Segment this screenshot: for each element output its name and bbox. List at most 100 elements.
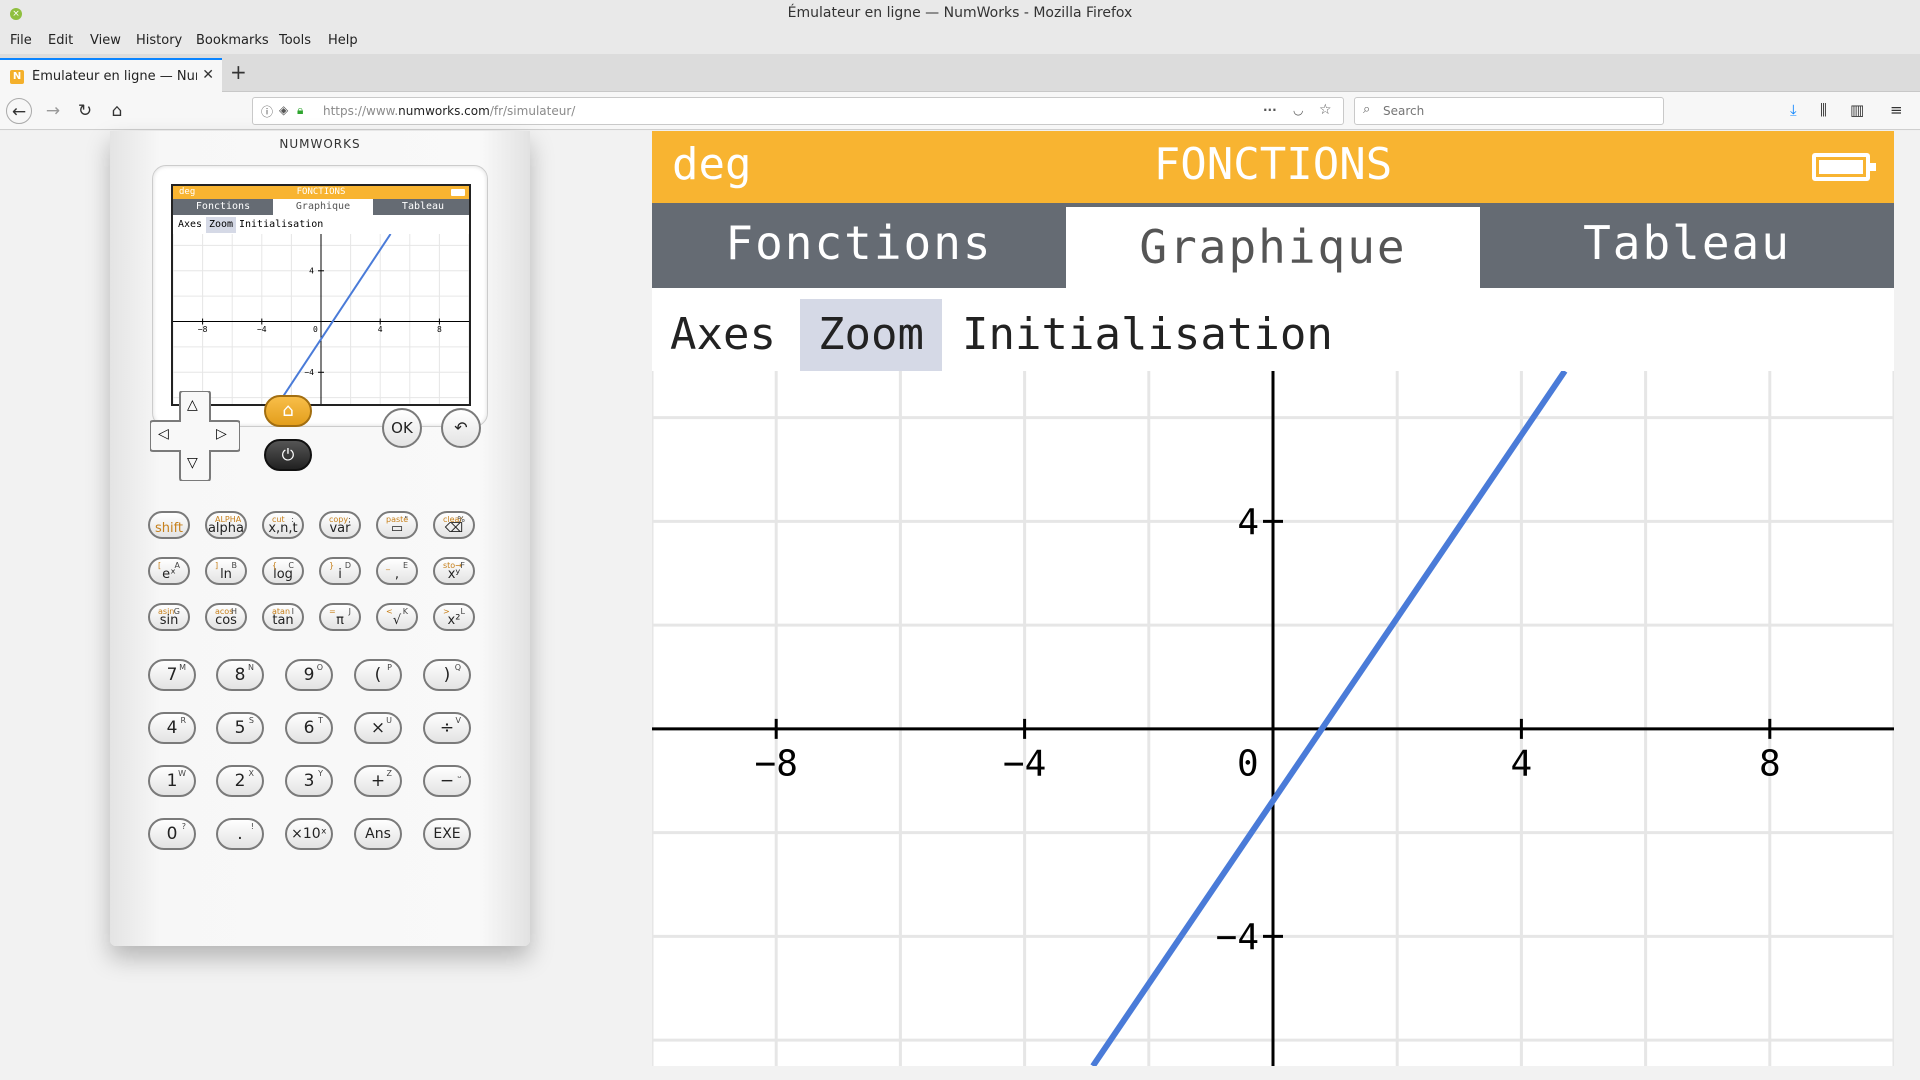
key-num-2-0[interactable]: W1 bbox=[148, 765, 196, 797]
info-icon[interactable]: ⓘ bbox=[261, 103, 273, 120]
back-key[interactable]: ↶ bbox=[441, 408, 481, 448]
pocket-icon[interactable]: ◡ bbox=[1293, 103, 1303, 117]
mini-screen-frame: deg FONCTIONS Fonctions Graphique Tablea… bbox=[152, 165, 488, 427]
key-alt-label: = bbox=[329, 607, 336, 616]
key-row1-3[interactable]: copy; var bbox=[319, 511, 361, 539]
key-num-2-4[interactable]: ⎵ − bbox=[423, 765, 471, 797]
subtab-initialisation[interactable]: Initialisation bbox=[944, 299, 1351, 371]
home-key[interactable]: ⌂ bbox=[264, 395, 312, 427]
page-actions-icon[interactable]: ··· bbox=[1263, 103, 1277, 117]
tab-fonctions[interactable]: Fonctions bbox=[652, 203, 1066, 288]
key-num-2-1[interactable]: X2 bbox=[216, 765, 264, 797]
ok-key[interactable]: OK bbox=[382, 408, 422, 448]
key-num-0-4[interactable]: Q) bbox=[423, 659, 471, 691]
numworks-favicon-icon: N bbox=[10, 70, 24, 84]
url-text[interactable]: https://www.numworks.com/fr/simulateur/ bbox=[323, 104, 575, 118]
key-num-2-3[interactable]: Z + bbox=[354, 765, 402, 797]
calculator-brand: NUMWORKS bbox=[279, 137, 361, 151]
library-icon[interactable]: ⫼ bbox=[1820, 101, 1827, 119]
x-tick-label: 0 bbox=[1237, 744, 1259, 785]
key-row3-5[interactable]: > Lx² bbox=[433, 603, 475, 631]
tab-close-icon[interactable]: ✕ bbox=[202, 67, 214, 83]
mini-screen: deg FONCTIONS Fonctions Graphique Tablea… bbox=[171, 184, 471, 406]
subtab-axes[interactable]: Axes bbox=[652, 299, 794, 371]
key-num-0-1[interactable]: N8 bbox=[216, 659, 264, 691]
tab-graphique[interactable]: Graphique bbox=[1066, 207, 1480, 288]
menu-bookmarks[interactable]: Bookmarks bbox=[196, 33, 269, 48]
key-row3-1[interactable]: acos Hcos bbox=[205, 603, 247, 631]
key-row3-0[interactable]: asin Gsin bbox=[148, 603, 190, 631]
url-bar[interactable]: ⓘ ◈ 🔒︎ https://www.numworks.com/fr/simul… bbox=[252, 97, 1344, 125]
key-row3-3[interactable]: = Jπ bbox=[319, 603, 361, 631]
key-row2-5[interactable]: sto→ Fxʸ bbox=[433, 557, 475, 585]
menu-help[interactable]: Help bbox=[328, 33, 358, 48]
key-row3-4[interactable]: < K √ bbox=[376, 603, 418, 631]
key-num-3-2[interactable]: ×10ˣ bbox=[285, 818, 333, 850]
key-num-1-1[interactable]: S5 bbox=[216, 712, 264, 744]
emulator-screen[interactable]: deg FONCTIONS Fonctions Graphique Tablea… bbox=[652, 131, 1894, 1066]
dpad-up-icon[interactable]: △ bbox=[187, 397, 198, 413]
key-num-1-0[interactable]: R4 bbox=[148, 712, 196, 744]
sidebar-icon[interactable]: ▥ bbox=[1850, 101, 1864, 119]
menu-view[interactable]: View bbox=[90, 33, 121, 48]
forward-icon[interactable]: → bbox=[40, 98, 66, 124]
key-row1-2[interactable]: cut: x,n,t bbox=[262, 511, 304, 539]
dpad-right-icon[interactable]: ▷ bbox=[216, 426, 227, 442]
key-num-2-2[interactable]: Y3 bbox=[285, 765, 333, 797]
key-alpha-label: D bbox=[344, 561, 351, 570]
tracking-shield-icon[interactable]: ◈ bbox=[279, 103, 288, 117]
function-graph[interactable]: −8 −4 0 4 8 4 −4 bbox=[652, 371, 1894, 1066]
hamburger-menu-icon[interactable]: ≡ bbox=[1890, 101, 1903, 119]
key-row1-4[interactable]: paste " ▭ bbox=[376, 511, 418, 539]
key-num-0-3[interactable]: P( bbox=[354, 659, 402, 691]
key-num-3-1[interactable]: !. bbox=[216, 818, 264, 850]
menu-tools[interactable]: Tools bbox=[279, 33, 311, 48]
back-icon[interactable]: ← bbox=[6, 98, 32, 124]
menu-history[interactable]: History bbox=[136, 33, 182, 48]
downloads-icon[interactable]: ⤓ bbox=[1790, 101, 1797, 119]
home-icon[interactable]: ⌂ bbox=[104, 98, 130, 124]
key-row2-1[interactable]: ] Bln bbox=[205, 557, 247, 585]
search-input[interactable] bbox=[1383, 102, 1653, 120]
new-tab-icon[interactable]: + bbox=[230, 60, 247, 84]
key-num-0-0[interactable]: M7 bbox=[148, 659, 196, 691]
key-row2-4[interactable]: _ E, bbox=[376, 557, 418, 585]
subtab-zoom[interactable]: Zoom bbox=[800, 299, 942, 371]
search-bar[interactable]: ⌕ bbox=[1354, 97, 1664, 125]
key-row1-1[interactable]: ALPHA alpha bbox=[205, 511, 247, 539]
key-row2-3[interactable]: } Di bbox=[319, 557, 361, 585]
menu-edit[interactable]: Edit bbox=[48, 33, 73, 48]
key-alpha-label: J bbox=[348, 607, 351, 616]
key-num-0-2[interactable]: O9 bbox=[285, 659, 333, 691]
key-num-3-0[interactable]: ? 0 bbox=[148, 818, 196, 850]
key-alpha-label: G bbox=[173, 607, 180, 616]
key-alpha-label: H bbox=[230, 607, 237, 616]
bookmark-star-icon[interactable]: ☆ bbox=[1319, 102, 1332, 118]
key-num-3-3[interactable]: Ans bbox=[354, 818, 402, 850]
power-key[interactable]: ⏻ bbox=[264, 439, 312, 471]
window-titlebar: × Émulateur en ligne — NumWorks - Mozill… bbox=[0, 0, 1920, 28]
mini-tabs: Fonctions Graphique Tableau bbox=[173, 199, 469, 215]
key-row3-2[interactable]: atan Itan bbox=[262, 603, 304, 631]
key-label: 8 bbox=[234, 664, 246, 685]
key-num-3-4[interactable]: EXE bbox=[423, 818, 471, 850]
x-tick-label: 0 bbox=[313, 325, 318, 334]
dpad-down-icon[interactable]: ▽ bbox=[187, 455, 198, 471]
key-num-1-3[interactable]: U × bbox=[354, 712, 402, 744]
key-num-1-2[interactable]: T6 bbox=[285, 712, 333, 744]
key-row2-2[interactable]: {Clog bbox=[262, 557, 304, 585]
key-row1-5[interactable]: clear% ⌫ bbox=[433, 511, 475, 539]
key-alpha-label: U bbox=[386, 716, 392, 725]
browser-tab[interactable]: N Émulateur en ligne — NumWorks ✕ bbox=[0, 58, 222, 92]
key-num-1-4[interactable]: V ÷ bbox=[423, 712, 471, 744]
tab-tableau[interactable]: Tableau bbox=[1480, 203, 1894, 288]
lock-icon[interactable]: 🔒︎ bbox=[297, 103, 303, 118]
reload-icon[interactable]: ↻ bbox=[72, 98, 98, 124]
menu-file[interactable]: File bbox=[10, 33, 32, 48]
screen-tabs: Fonctions Graphique Tableau bbox=[652, 203, 1894, 288]
dpad-left-icon[interactable]: ◁ bbox=[158, 426, 169, 442]
key-alt-label: sto→ bbox=[443, 561, 462, 570]
key-row1-0[interactable]: shift bbox=[148, 511, 190, 539]
key-alpha-label: N bbox=[248, 663, 254, 672]
key-row2-0[interactable]: [Aeˣ bbox=[148, 557, 190, 585]
